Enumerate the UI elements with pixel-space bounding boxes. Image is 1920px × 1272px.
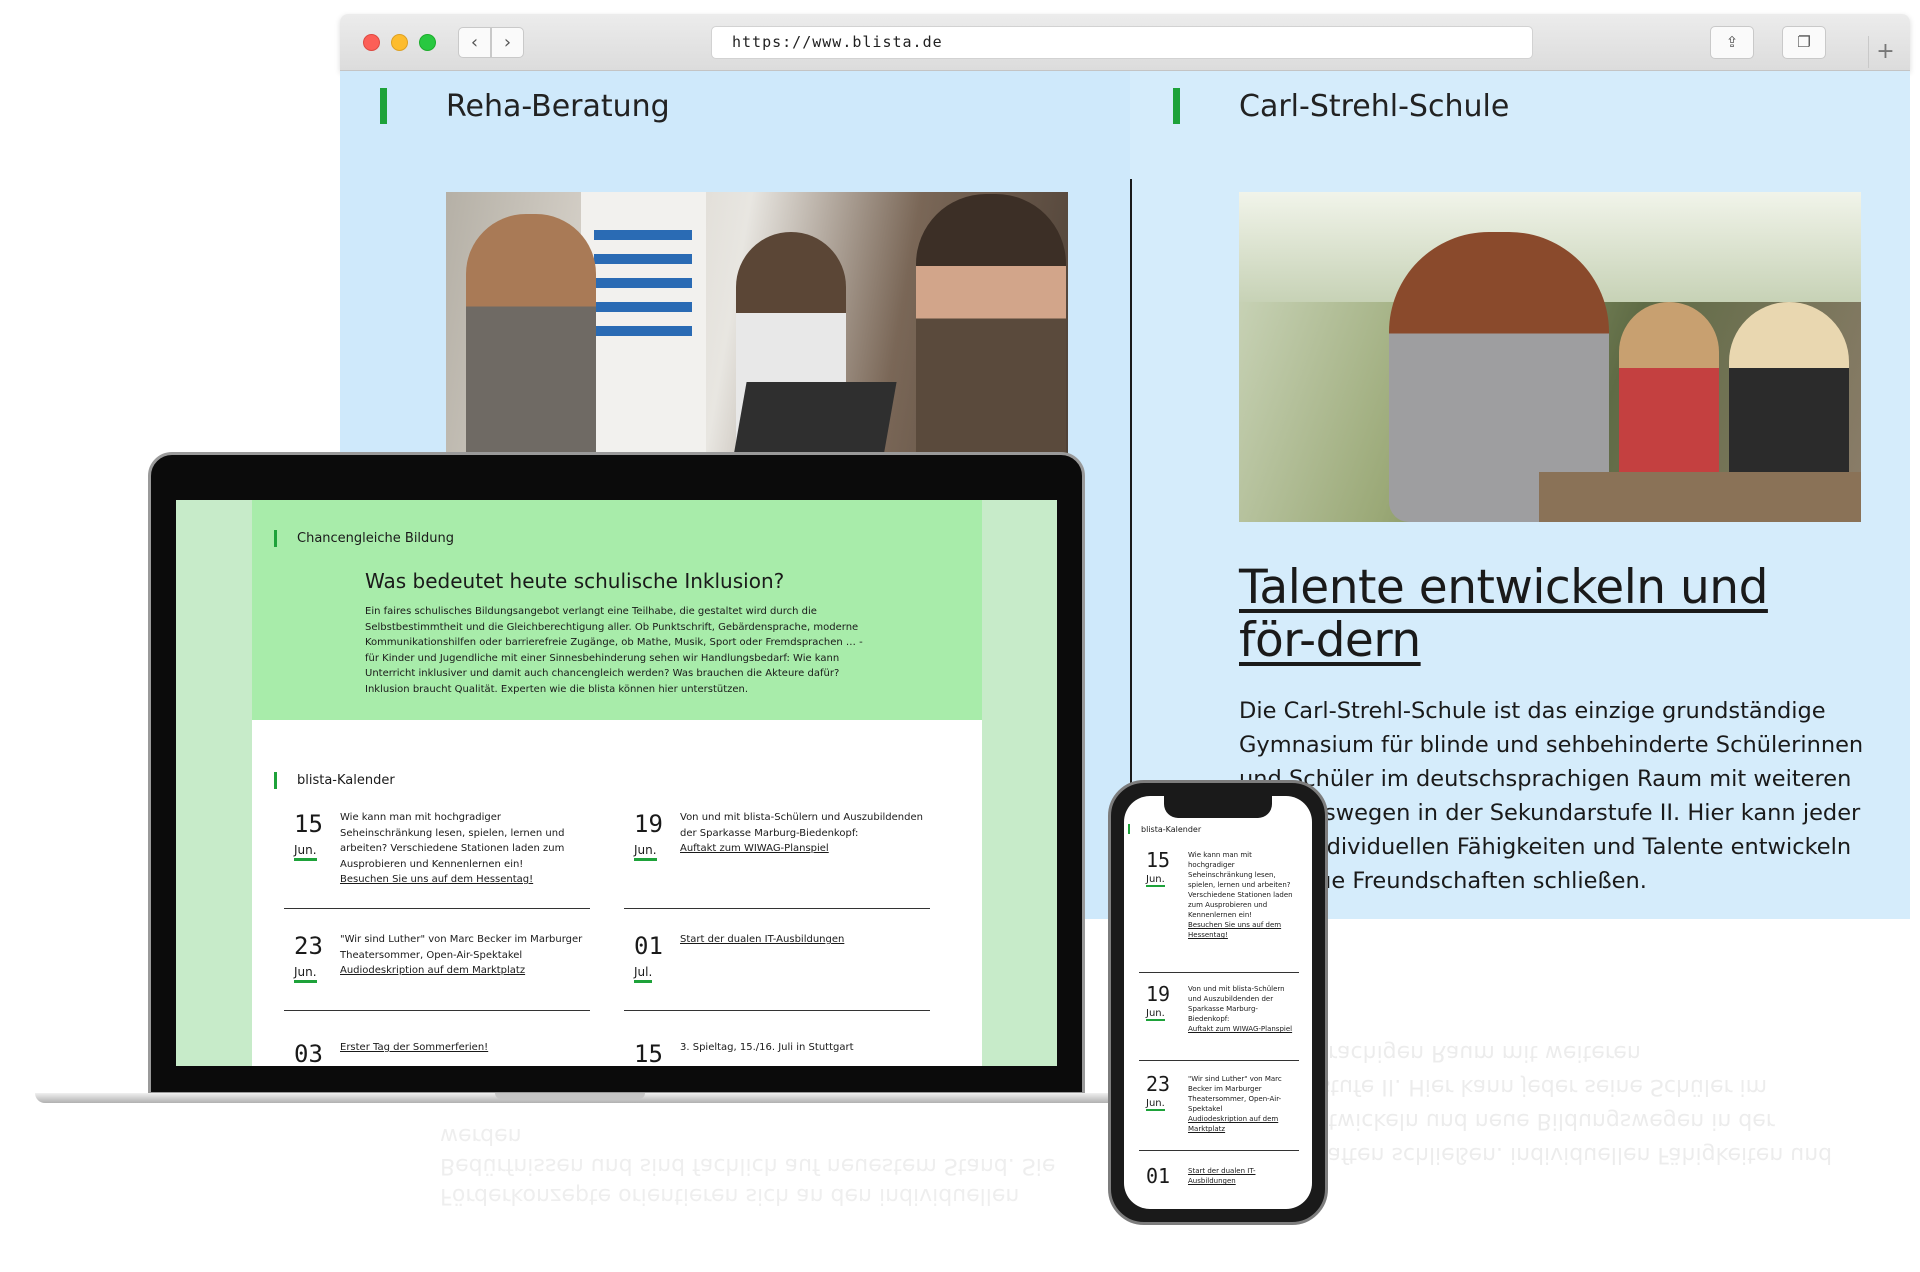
laptop-screen: Chancengleiche Bildung Was bedeutet heut… bbox=[176, 500, 1057, 1066]
forward-button[interactable]: › bbox=[491, 27, 524, 58]
chevron-left-icon: ‹ bbox=[470, 32, 479, 53]
event-text: Von und mit blista-Schülern und Auszubil… bbox=[1188, 984, 1298, 1034]
share-button[interactable]: ⇪ bbox=[1710, 26, 1754, 59]
section-title-school: Carl-Strehl-Schule bbox=[1239, 89, 1510, 124]
event-description: "Wir sind Luther" von Marc Becker im Mar… bbox=[340, 934, 583, 961]
event-month: Jun. bbox=[294, 843, 317, 861]
section-title-reha: Reha-Beratung bbox=[446, 89, 670, 124]
event-day: 01 bbox=[634, 932, 663, 960]
calendar-label: blista-Kalender bbox=[297, 773, 395, 788]
divider bbox=[1139, 1060, 1299, 1061]
event-text: Start der dualen IT-Ausbildungen bbox=[680, 932, 930, 948]
event-text: "Wir sind Luther" von Marc Becker im Mar… bbox=[1188, 1074, 1298, 1134]
address-bar[interactable]: https://www.blista.de bbox=[711, 26, 1533, 59]
show-tabs-button[interactable]: ❐ bbox=[1782, 26, 1826, 59]
maximize-window-icon[interactable] bbox=[419, 34, 436, 51]
divider bbox=[1139, 972, 1299, 973]
event-text: Start der dualen IT-Ausbildungen bbox=[1188, 1166, 1298, 1186]
teaser-heading: Was bedeutet heute schulische Inklusion? bbox=[365, 569, 785, 593]
event-text: Erster Tag der Sommerferien! bbox=[340, 1040, 590, 1056]
event-month: Jun. bbox=[1146, 1008, 1165, 1021]
browser-toolbar: ‹ › https://www.blista.de ⇪ ❐ + bbox=[340, 14, 1910, 71]
event-text: Wie kann man mit hochgradiger Seheinschr… bbox=[1188, 850, 1298, 940]
event-link[interactable]: Start der dualen IT-Ausbildungen bbox=[1188, 1167, 1255, 1185]
plus-icon: + bbox=[1876, 39, 1895, 64]
phone-device: blista-Kalender 15 Jun. Wie kann man mit… bbox=[1108, 780, 1328, 1225]
divider bbox=[284, 908, 590, 909]
minimize-window-icon[interactable] bbox=[391, 34, 408, 51]
event-description: 3. Spieltag, 15./16. Juli in Stuttgart bbox=[680, 1042, 854, 1053]
laptop-device: Chancengleiche Bildung Was bedeutet heut… bbox=[148, 452, 1085, 1095]
event-text: 3. Spieltag, 15./16. Juli in Stuttgart bbox=[680, 1040, 930, 1056]
event-month: Jul. bbox=[634, 965, 653, 983]
section-marker bbox=[1173, 88, 1180, 124]
event-day: 15 bbox=[634, 1040, 663, 1066]
event-day: 23 bbox=[1146, 1072, 1171, 1096]
teaser-paragraph: Ein faires schulisches Bildungsangebot v… bbox=[365, 606, 863, 695]
reflection-text-laptop: Förderkonzepte orientieren sich an den i… bbox=[440, 1123, 1056, 1208]
event-day: 19 bbox=[1146, 982, 1171, 1006]
divider bbox=[1139, 1150, 1299, 1151]
event-link[interactable]: Auftakt zum WIWAG-Planspiel bbox=[1188, 1025, 1292, 1033]
close-window-icon[interactable] bbox=[363, 34, 380, 51]
laptop-hinge bbox=[495, 1093, 645, 1099]
event-day: 19 bbox=[634, 810, 663, 838]
event-description: Von und mit blista-Schülern und Auszubil… bbox=[680, 812, 923, 839]
share-icon: ⇪ bbox=[1725, 33, 1739, 51]
event-link[interactable]: Audiodeskription auf dem Marktplatz bbox=[1188, 1115, 1278, 1133]
section-marker bbox=[380, 88, 387, 124]
back-button[interactable]: ‹ bbox=[458, 27, 491, 58]
calendar-label: blista-Kalender bbox=[1141, 825, 1202, 834]
section-label: Chancengleiche Bildung bbox=[297, 531, 455, 546]
event-description: Wie kann man mit hochgradiger Seheinschr… bbox=[1188, 851, 1293, 919]
students-photo bbox=[1239, 192, 1861, 522]
event-link[interactable]: Audiodeskription auf dem Marktplatz bbox=[340, 965, 525, 976]
divider bbox=[624, 908, 930, 909]
event-description: Von und mit blista-Schülern und Auszubil… bbox=[1188, 985, 1285, 1023]
section-marker bbox=[274, 530, 277, 547]
event-link[interactable]: Start der dualen IT-Ausbildungen bbox=[680, 934, 844, 945]
event-month: Jun. bbox=[1146, 1098, 1165, 1111]
phone-notch bbox=[1164, 796, 1272, 818]
lead-paragraph: Die Carl-Strehl-Schule ist das einzige g… bbox=[1239, 698, 1864, 894]
inclusion-teaser: Chancengleiche Bildung Was bedeutet heut… bbox=[252, 500, 982, 720]
event-link[interactable]: Besuchen Sie uns auf dem Hessentag! bbox=[340, 874, 533, 885]
event-link[interactable]: Besuchen Sie uns auf dem Hessentag! bbox=[1188, 921, 1281, 939]
event-description: "Wir sind Luther" von Marc Becker im Mar… bbox=[1188, 1075, 1282, 1113]
section-marker bbox=[274, 772, 277, 789]
event-text: Von und mit blista-Schülern und Auszubil… bbox=[680, 810, 930, 857]
event-day: 01 bbox=[1146, 1164, 1171, 1188]
event-day: 15 bbox=[1146, 848, 1171, 872]
divider bbox=[624, 1010, 930, 1011]
event-month: Jun. bbox=[1146, 874, 1165, 887]
event-text: "Wir sind Luther" von Marc Becker im Mar… bbox=[340, 932, 590, 979]
chevron-right-icon: › bbox=[503, 32, 512, 53]
phone-screen: blista-Kalender 15 Jun. Wie kann man mit… bbox=[1124, 796, 1312, 1209]
event-link[interactable]: Auftakt zum WIWAG-Planspiel bbox=[680, 843, 829, 854]
tabs-icon: ❐ bbox=[1797, 33, 1811, 51]
event-month: Jun. bbox=[634, 843, 657, 861]
headline-link[interactable]: Talente entwickeln und för-dern bbox=[1239, 561, 1839, 667]
event-text: Wie kann man mit hochgradiger Seheinschr… bbox=[340, 810, 590, 888]
event-month: Jun. bbox=[294, 965, 317, 983]
divider bbox=[284, 1010, 590, 1011]
section-marker bbox=[1128, 824, 1130, 834]
event-link[interactable]: Erster Tag der Sommerferien! bbox=[340, 1042, 488, 1053]
new-tab-button[interactable]: + bbox=[1868, 36, 1902, 68]
event-day: 23 bbox=[294, 932, 323, 960]
event-day: 15 bbox=[294, 810, 323, 838]
laptop-page-content: Chancengleiche Bildung Was bedeutet heut… bbox=[252, 500, 982, 1066]
event-day: 03 bbox=[294, 1040, 323, 1066]
event-description: Wie kann man mit hochgradiger Seheinschr… bbox=[340, 812, 565, 870]
